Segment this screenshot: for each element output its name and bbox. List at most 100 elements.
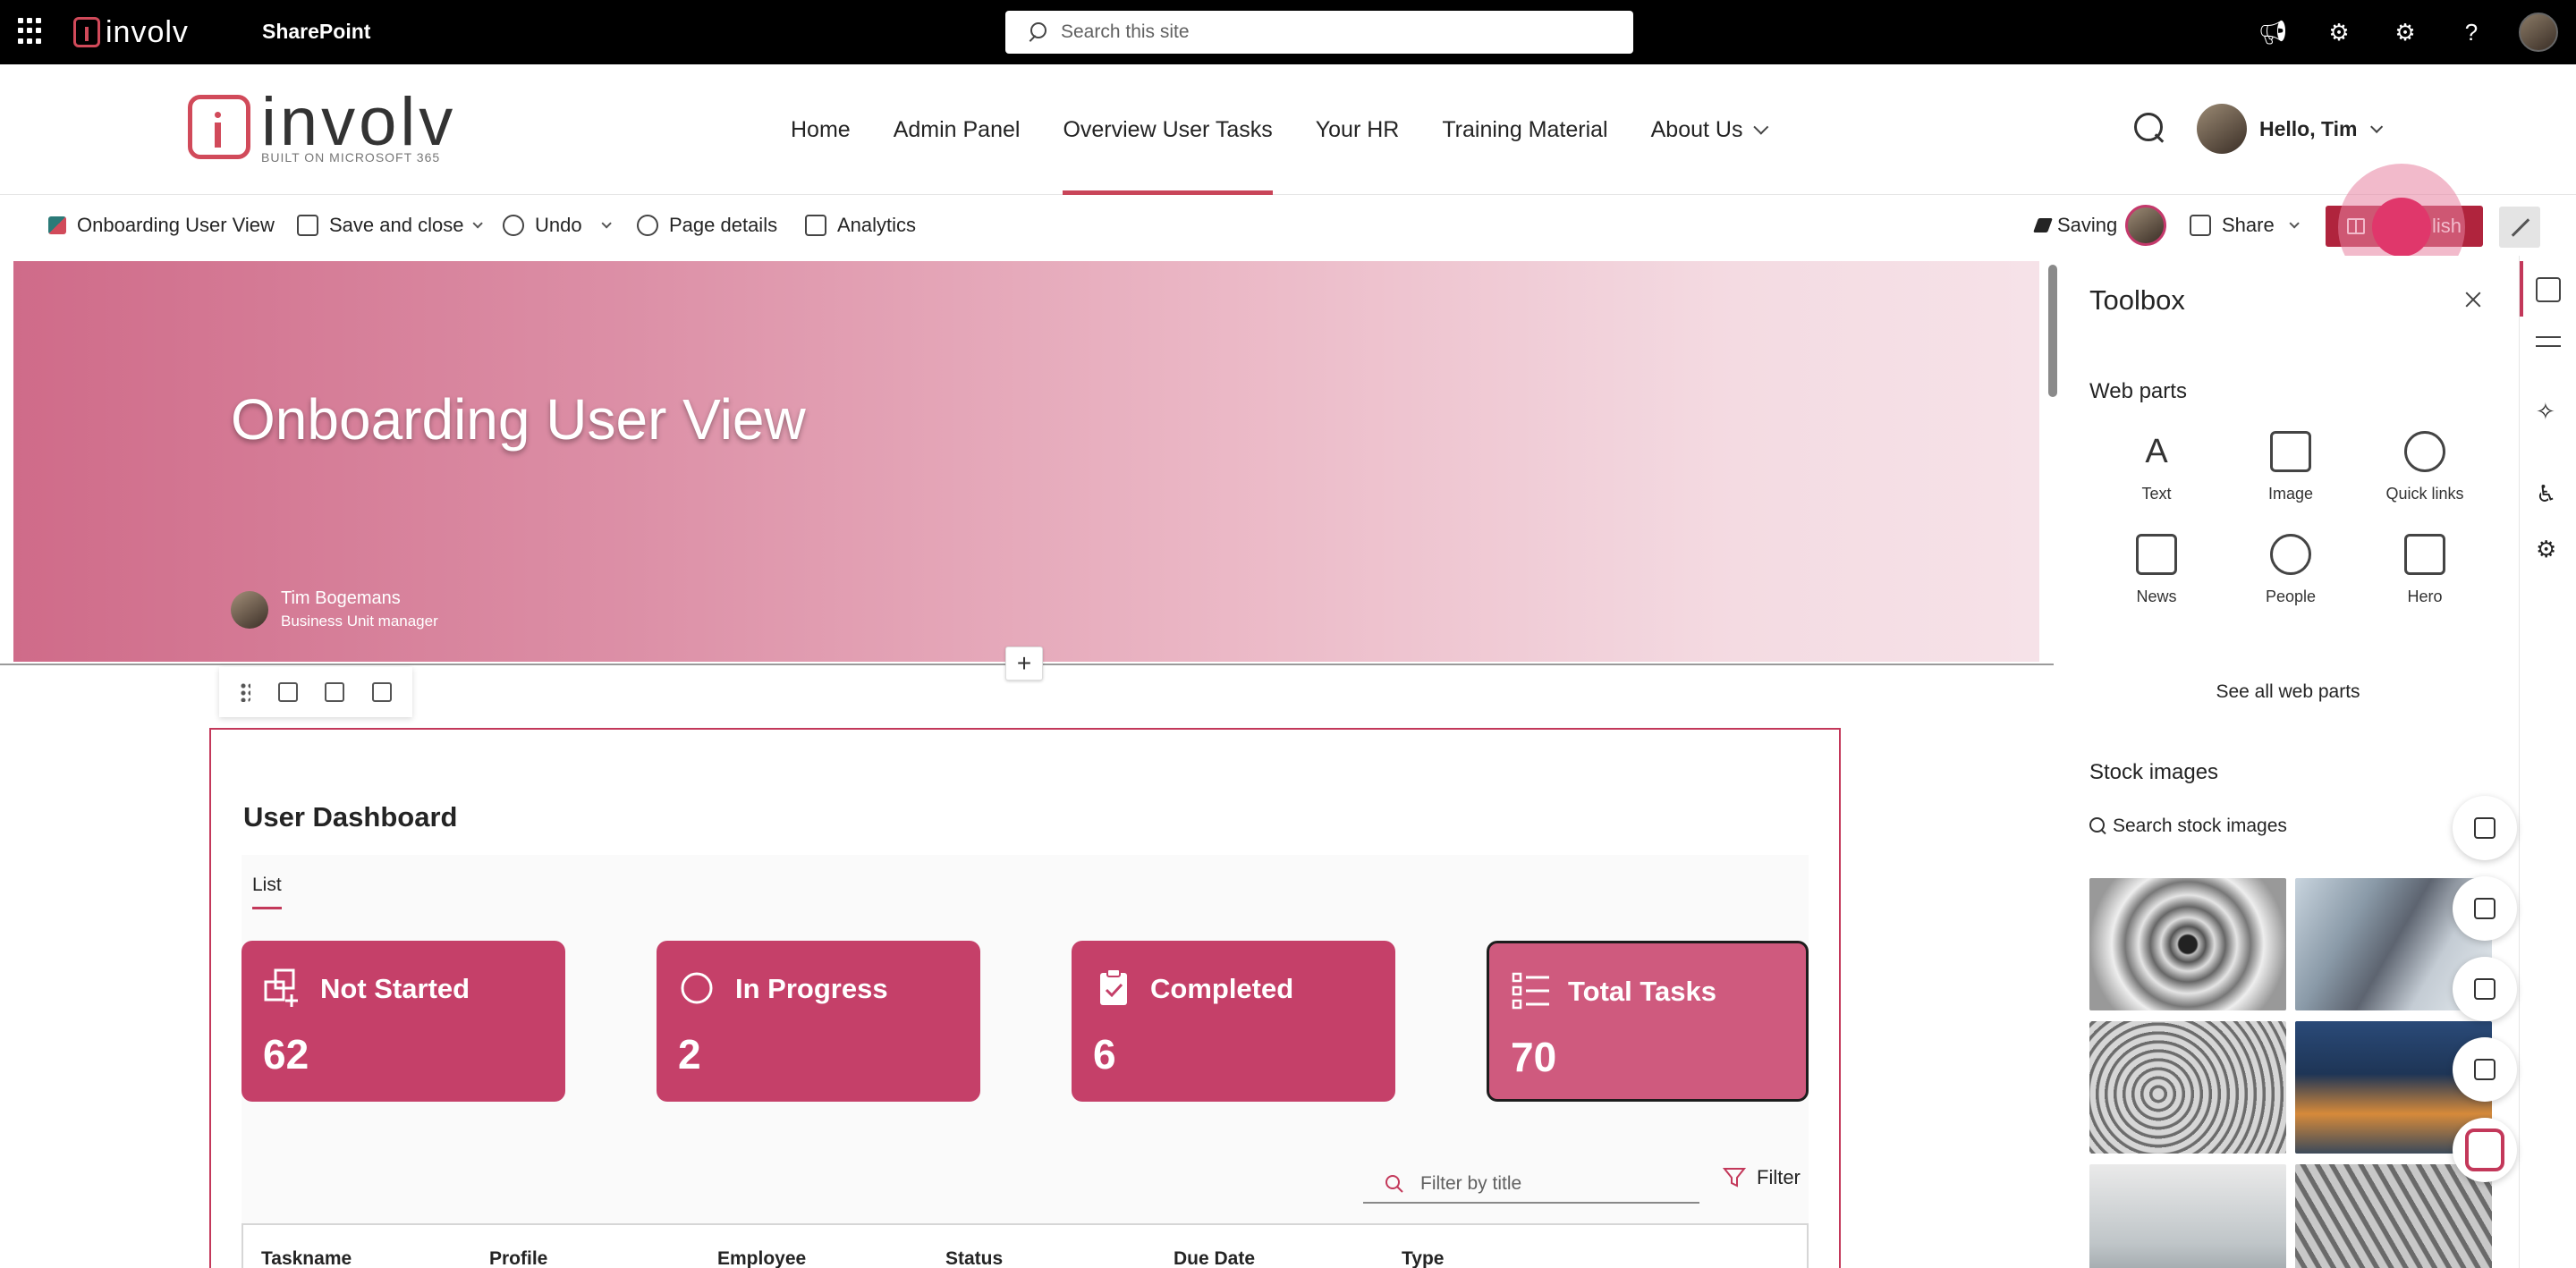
megaphone-icon[interactable]: 📢︎ [2254,13,2292,51]
chevron-down-icon [1753,119,1769,135]
webpart-label: Quick links [2385,485,2464,503]
accessibility-icon[interactable]: ♿︎ [2536,481,2561,506]
app-launcher-icon[interactable] [18,18,45,45]
column-header-status[interactable]: Status [945,1248,1003,1268]
webpart-news[interactable]: News [2089,534,2224,606]
undo-button[interactable]: Undo [503,196,582,255]
save-close-label: Save and close [329,214,464,236]
tab-list[interactable]: List [252,875,282,909]
see-all-web-parts-link[interactable]: See all web parts [2057,681,2519,703]
gear-icon [637,215,658,236]
title-area[interactable]: Onboarding User View Tim Bogemans Busine… [13,261,2039,662]
section-toolbar [219,667,412,717]
avatar[interactable] [2519,13,2558,52]
filter-by-title-input[interactable]: Filter by title [1363,1166,1699,1204]
suite-logo[interactable]: involv [73,14,189,50]
stock-image[interactable] [2089,878,2286,1010]
tile-completed[interactable]: Completed 6 [1072,941,1395,1102]
nav-item-admin-panel[interactable]: Admin Panel [872,64,1042,195]
page-canvas: Onboarding User View Tim Bogemans Busine… [0,256,2054,1268]
analytics-button[interactable]: Analytics [805,196,916,255]
coauthor-avatar[interactable] [2125,196,2166,255]
webpart-people[interactable]: People [2224,534,2358,606]
toolbox-icon[interactable] [2536,277,2561,302]
avatar [2125,205,2166,246]
dashboard-title: User Dashboard [243,801,458,833]
search-placeholder: Search this site [1061,21,1190,42]
nav-item-home[interactable]: Home [769,64,872,195]
chevron-down-icon [2289,218,2300,229]
column-header-taskname[interactable]: Taskname [261,1248,352,1268]
settings-sliders-icon[interactable] [2536,329,2561,354]
close-icon[interactable] [2463,290,2483,309]
translate-button[interactable] [2453,796,2517,860]
save-options-button[interactable] [469,196,483,255]
calendar-button[interactable] [2453,1037,2517,1102]
delete-icon[interactable] [371,682,392,702]
page-details-button[interactable]: Page details [637,196,777,255]
sparkle-icon[interactable]: ✧ [2536,399,2561,424]
page-title[interactable]: Onboarding User View [231,386,806,452]
nav-item-your-hr[interactable]: Your HR [1294,64,1421,195]
webpart-quick-links[interactable]: Quick links [2358,431,2492,503]
user-dashboard-webpart[interactable]: User Dashboard List Not Started 62 In Pr… [209,728,1841,1268]
webpart-hero[interactable]: Hero [2358,534,2492,606]
stock-images-search[interactable]: Search stock images [2089,816,2287,837]
collapse-icon[interactable] [2499,207,2540,248]
edit-properties-icon[interactable] [277,682,298,702]
edit-document-button[interactable] [2453,876,2517,941]
page-name-button[interactable]: Onboarding User View [48,196,275,255]
site-search-input[interactable]: Search this site [1005,11,1633,54]
saving-label: Saving [2057,214,2118,236]
tile-not-started[interactable]: Not Started 62 [242,941,565,1102]
stock-image[interactable] [2089,1164,2286,1268]
gear-icon[interactable]: ⚙ [2386,13,2424,51]
greeting: Hello, Tim [2259,116,2358,140]
search-icon[interactable] [2134,113,2166,145]
logo-tagline: BUILT ON MICROSOFT 365 [261,150,441,165]
column-header-due-date[interactable]: Due Date [1174,1248,1255,1268]
app-name[interactable]: SharePoint [262,20,370,44]
nav-item-about-us[interactable]: About Us [1630,64,1786,195]
search-icon [2089,817,2107,835]
add-button[interactable] [2453,957,2517,1021]
tile-value: 2 [678,1031,701,1078]
duplicate-icon[interactable] [325,682,345,702]
share-icon [2190,215,2211,236]
tile-total-tasks[interactable]: Total Tasks 70 [1487,941,1809,1102]
webpart-text[interactable]: A Text [2089,431,2224,503]
column-header-employee[interactable]: Employee [717,1248,806,1268]
stock-image[interactable] [2295,1164,2492,1268]
save-and-close-button[interactable]: Save and close [297,196,463,255]
help-icon[interactable]: ? [2453,13,2490,51]
filter-button[interactable]: Filter [1723,1166,1801,1189]
add-section-button[interactable]: + [1005,647,1043,680]
chevron-down-icon [601,218,612,229]
tile-value: 62 [263,1031,309,1078]
share-button[interactable]: Share [2190,196,2300,255]
webpart-image[interactable]: Image [2224,431,2358,503]
image-icon [2270,431,2311,472]
undo-options-button[interactable] [597,196,612,255]
tile-label: In Progress [735,973,888,1004]
save-icon [297,215,318,236]
nav-item-training-material[interactable]: Training Material [1420,64,1629,195]
tile-in-progress[interactable]: In Progress 2 [657,941,980,1102]
pen-icon [2033,218,2053,232]
suite-bar: involv SharePoint Search this site 📢︎ ⚙︎… [0,0,2576,64]
involv-app-button[interactable] [2453,1118,2517,1182]
stock-image[interactable] [2089,1021,2286,1154]
column-header-type[interactable]: Type [1402,1248,1444,1268]
user-menu[interactable]: Hello, Tim [2197,104,2383,154]
teams-icon[interactable]: ⚙︎ [2320,13,2358,51]
dashboard-body: List Not Started 62 In Progress 2 Comple… [242,855,1809,1268]
canvas-scrollbar[interactable] [2048,265,2057,397]
tile-label: Total Tasks [1568,976,1716,1007]
search-icon [1385,1175,1403,1193]
author-byline[interactable]: Tim Bogemans Business Unit manager [231,588,438,630]
gear-icon[interactable]: ⚙ [2536,537,2561,562]
site-logo[interactable]: involv BUILT ON MICROSOFT 365 [188,89,456,165]
nav-item-overview-user-tasks[interactable]: Overview User Tasks [1041,64,1293,195]
column-header-profile[interactable]: Profile [489,1248,547,1268]
drag-handle-icon[interactable] [240,682,251,702]
